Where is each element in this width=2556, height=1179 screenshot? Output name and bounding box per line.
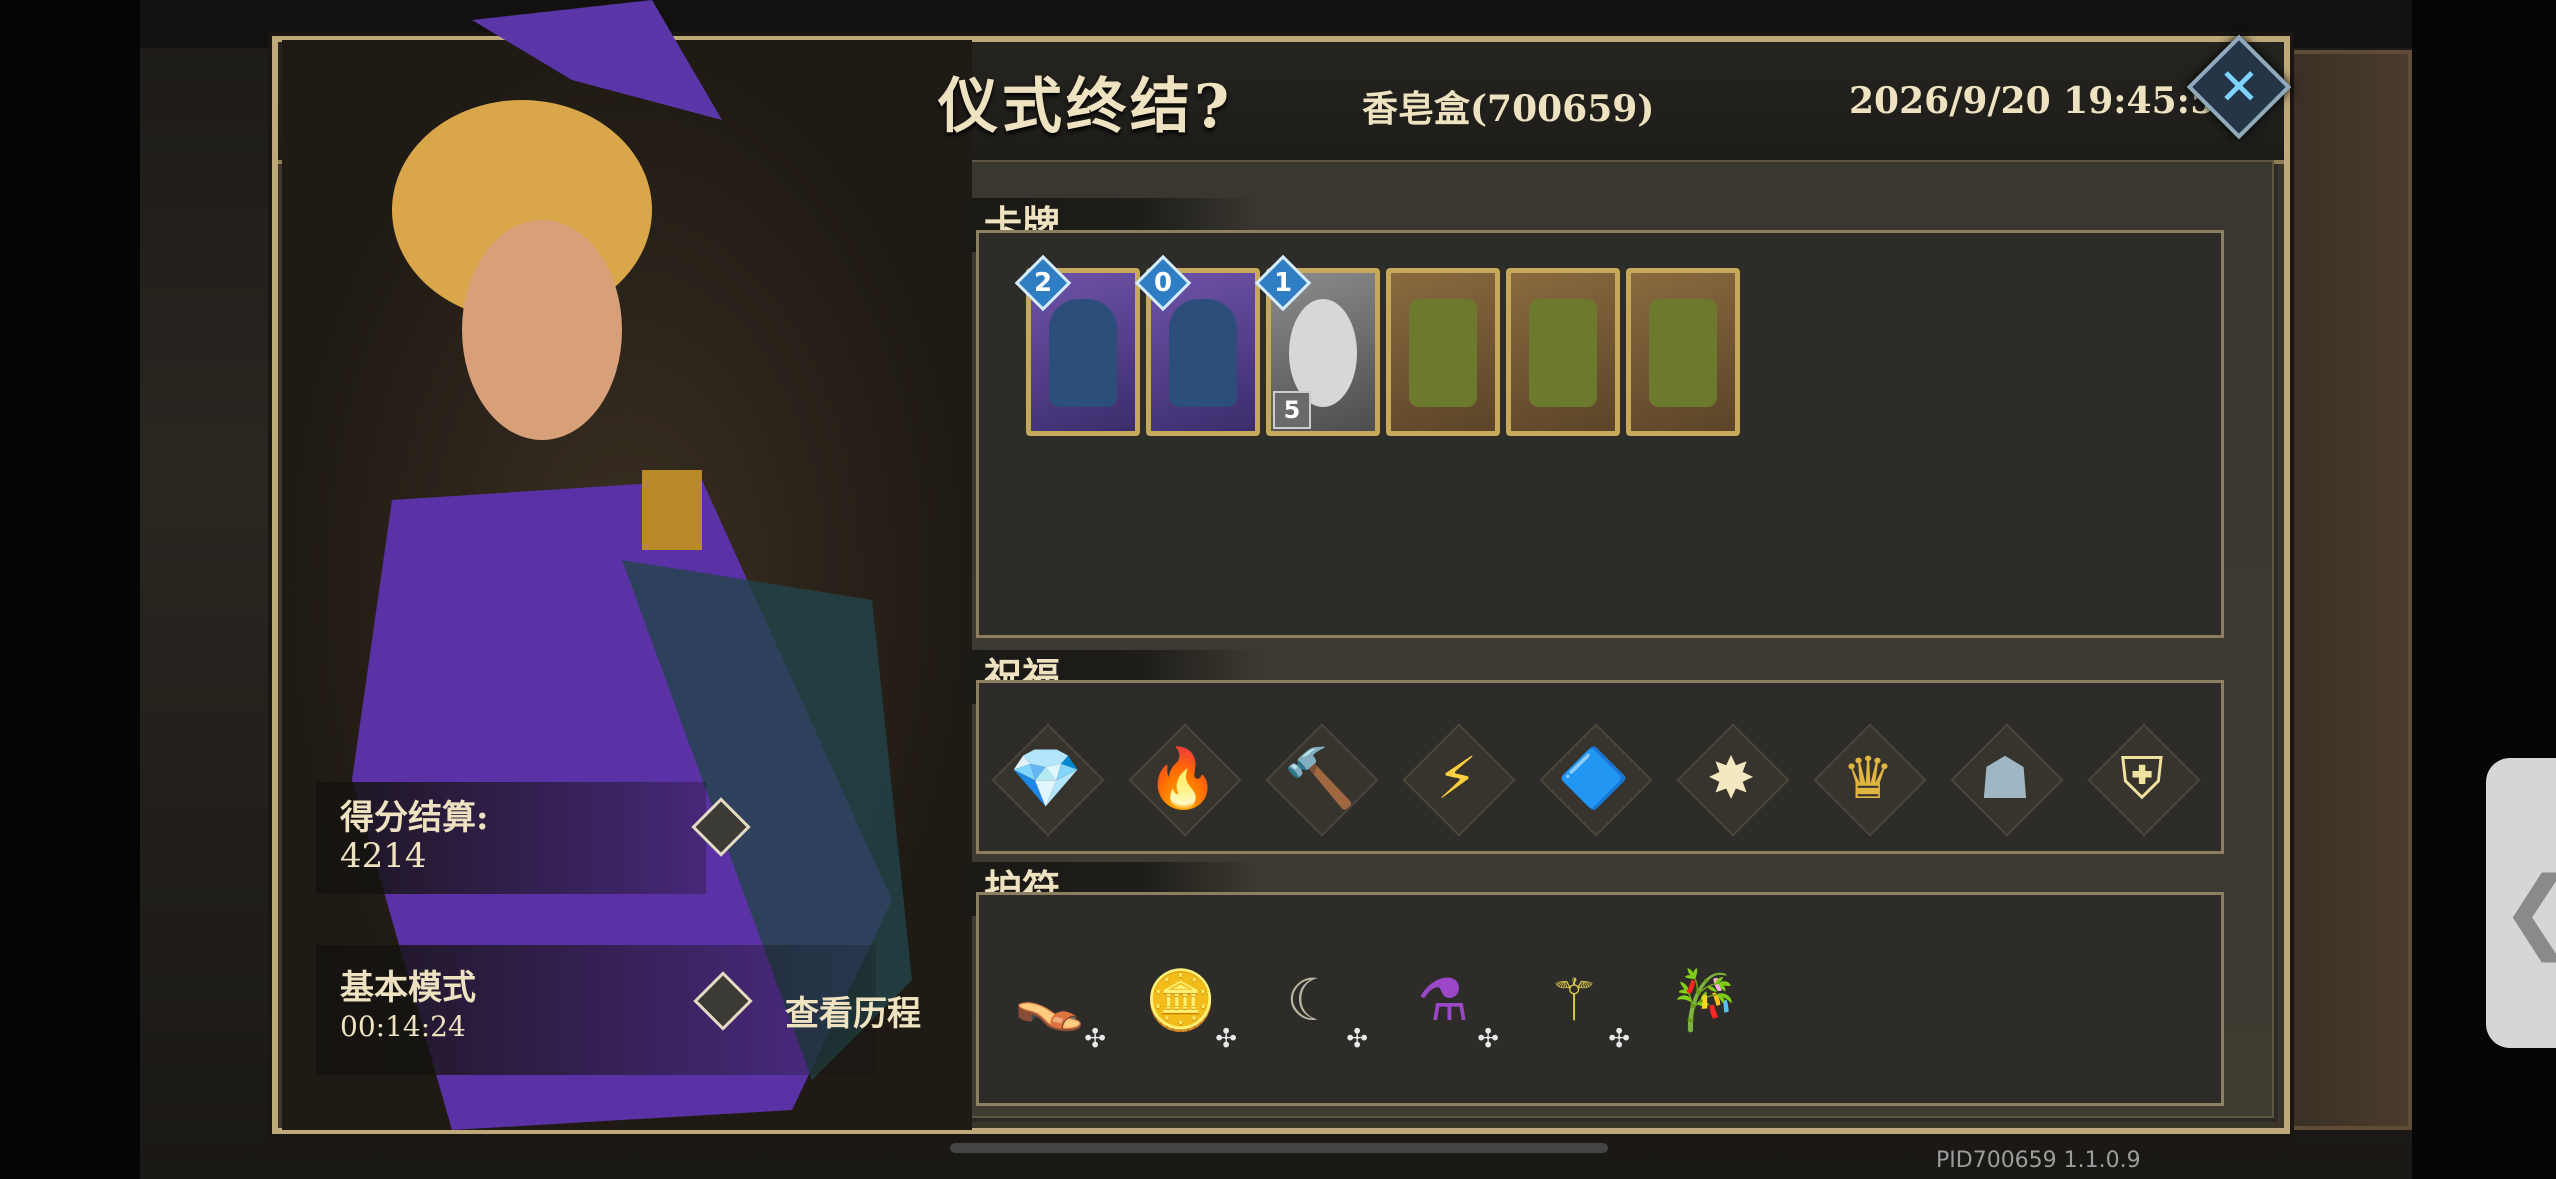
card-art: [1169, 299, 1237, 407]
view-history-button[interactable]: 查看历程: [785, 986, 921, 1035]
mode-time: 00:14:24: [340, 1010, 466, 1043]
lightning-icon: ⚡: [1436, 744, 1478, 812]
left-edge: [0, 0, 140, 1179]
upgrade-mark-icon: ✣: [1608, 1024, 1630, 1054]
book-hammer-icon: 🔨: [1283, 743, 1357, 812]
character-body: [462, 220, 622, 440]
mode-label: 基本模式: [340, 968, 476, 1008]
card[interactable]: 0: [1134, 254, 1260, 436]
upgrade-mark-icon: ✣: [1346, 1024, 1368, 1054]
pid-version: PID700659 1.1.0.9: [1936, 1148, 2141, 1173]
score-label: 得分结算:: [340, 798, 489, 838]
gem-heart-icon: 💎: [1009, 743, 1083, 812]
blessing-item[interactable]: 🔥: [1128, 723, 1242, 837]
blessing-item[interactable]: ⛨: [2087, 723, 2201, 837]
player-name: 香皂盒(700659): [1362, 88, 1655, 130]
home-indicator: [950, 1143, 1608, 1153]
chevron-left-icon: ❮: [2500, 858, 2556, 963]
fire-swirl-icon: 🔥: [1146, 743, 1220, 812]
card-art: [1409, 299, 1477, 407]
coins-icon: 🪙: [1144, 965, 1218, 1034]
card-art: [1529, 299, 1597, 407]
upgrade-mark-icon: ✣: [1477, 1024, 1499, 1054]
amulet-item[interactable]: 👡 ✣: [1000, 950, 1106, 1055]
blessing-item[interactable]: ⚡: [1402, 723, 1516, 837]
crystal-shield-icon: 🔷: [1557, 743, 1631, 812]
close-icon: ✕: [2218, 58, 2260, 116]
card[interactable]: 15: [1254, 254, 1380, 436]
staff-icon: ⚚: [1548, 966, 1600, 1034]
blessing-item[interactable]: ♛: [1813, 723, 1927, 837]
amulet-item[interactable]: ☾ ✣: [1262, 950, 1368, 1054]
pendant-icon: ☾: [1286, 966, 1338, 1034]
side-drawer-tab[interactable]: ❮: [2486, 758, 2556, 1048]
background-wall: [2290, 50, 2412, 1130]
card[interactable]: [1506, 268, 1620, 436]
hooded-figure-icon: ☗: [1979, 744, 2031, 812]
amulet-item[interactable]: 🪙 ✣: [1131, 950, 1237, 1055]
blessing-item[interactable]: 🔨: [1265, 723, 1379, 837]
card-count-badge: 5: [1273, 391, 1311, 429]
upgrade-mark-icon: ✣: [1084, 1024, 1106, 1054]
blessing-item[interactable]: ☗: [1950, 723, 2064, 837]
amulet-item[interactable]: ⚚ ✣: [1524, 950, 1630, 1054]
blessing-item[interactable]: ✸: [1676, 723, 1790, 837]
card[interactable]: [1386, 268, 1500, 436]
blessing-item[interactable]: 💎: [991, 723, 1105, 837]
card[interactable]: [1626, 268, 1740, 436]
slippers-icon: 👡: [1013, 965, 1087, 1034]
crown-fist-icon: ♛: [1842, 744, 1894, 812]
potion-icon: ⚗: [1417, 966, 1469, 1034]
sun-burst-icon: ✸: [1706, 744, 1756, 812]
card-art: [1049, 299, 1117, 407]
bracer-icon: 🎋: [1668, 965, 1742, 1034]
amulet-item[interactable]: ⚗ ✣: [1393, 950, 1499, 1054]
amulet-item[interactable]: 🎋: [1655, 950, 1755, 1050]
dialog-title: 仪式终结?: [938, 72, 1234, 142]
upgrade-mark-icon: ✣: [1215, 1024, 1237, 1054]
card[interactable]: 2: [1014, 254, 1140, 436]
end-datetime: 2026/9/20 19:45:53: [1849, 80, 2241, 122]
card-art: [1649, 299, 1717, 407]
blessing-item[interactable]: 🔷: [1539, 723, 1653, 837]
character-belt: [642, 470, 702, 550]
score-value: 4214: [340, 836, 427, 876]
shield-bolt-icon: ⛨: [2120, 743, 2164, 812]
